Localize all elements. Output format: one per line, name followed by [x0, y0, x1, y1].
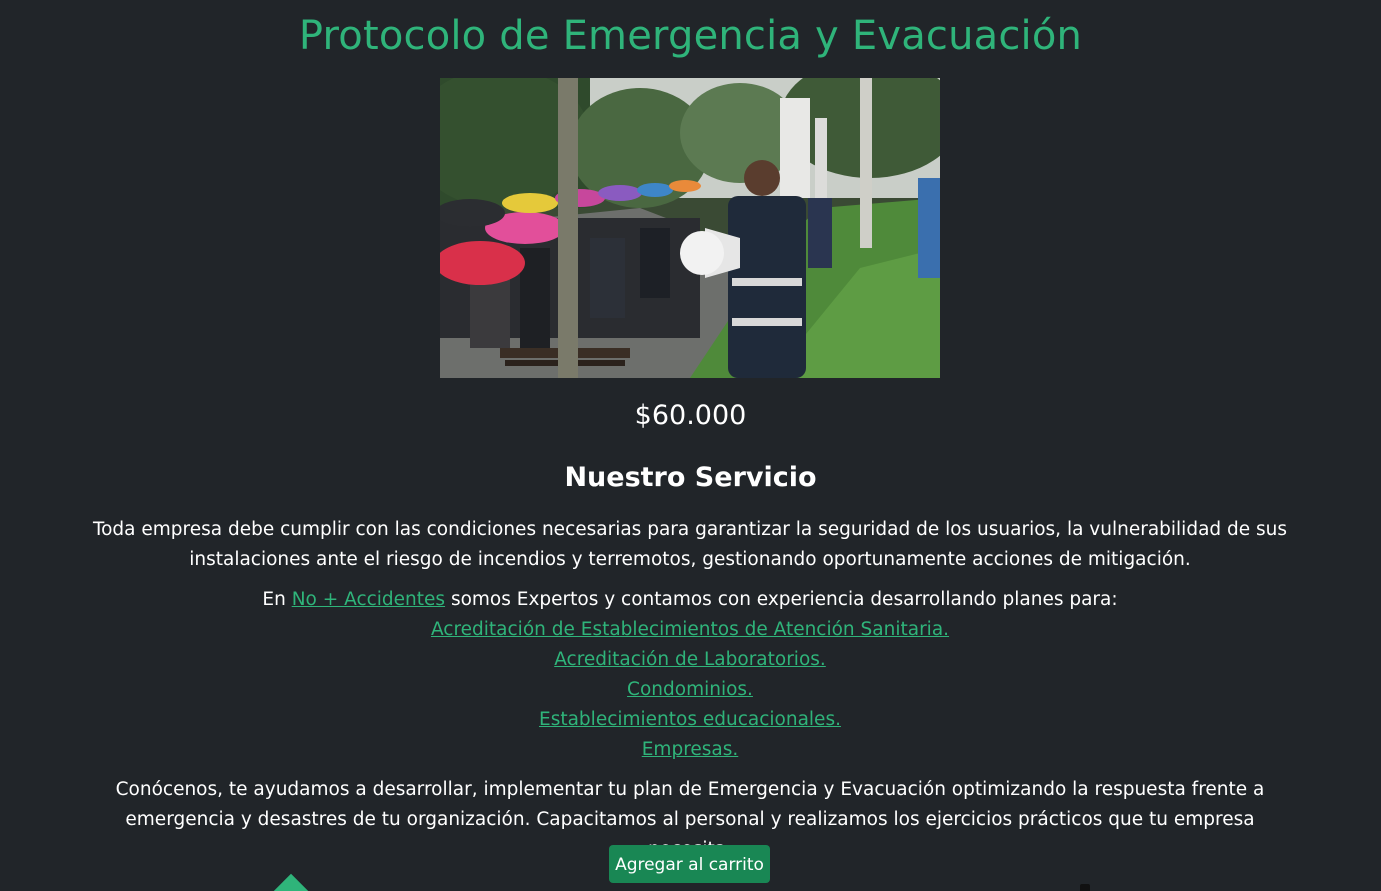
experience-paragraph: En No + Accidentes somos Expertos y cont… — [90, 585, 1290, 765]
product-page: Protocolo de Emergencia y Evacuación $60… — [0, 0, 1381, 891]
plans-list-row-3: Condominios. — [90, 675, 1290, 705]
photo-illustration — [440, 78, 940, 378]
partial-graphic-icon — [1080, 884, 1090, 891]
plan-link-sanitaria[interactable]: Acreditación de Establecimientos de Aten… — [431, 615, 949, 645]
service-heading: Nuestro Servicio — [564, 462, 817, 493]
partial-logo-icon — [269, 873, 313, 891]
brand-link[interactable]: No + Accidentes — [292, 589, 445, 610]
experience-suffix: somos Expertos y contamos con experienci… — [450, 589, 1118, 610]
plan-link-laboratorios[interactable]: Acreditación de Laboratorios. — [554, 645, 826, 675]
plan-link-educacionales[interactable]: Establecimientos educacionales. — [539, 705, 841, 735]
page-title: Protocolo de Emergencia y Evacuación — [298, 13, 1083, 59]
evacuation-drill-photo — [440, 78, 940, 378]
experience-prefix: En — [262, 589, 286, 610]
plans-list-row-2: Acreditación de Laboratorios. — [90, 645, 1290, 675]
plan-link-empresas[interactable]: Empresas. — [642, 735, 739, 765]
add-to-cart-button[interactable]: Agregar al carrito — [609, 845, 770, 883]
plans-list: Acreditación de Establecimientos de Aten… — [90, 615, 1290, 645]
plans-list-row-4: Establecimientos educacionales. — [90, 705, 1290, 735]
product-price: $60.000 — [634, 400, 747, 431]
plan-link-condominios[interactable]: Condominios. — [627, 675, 753, 705]
plans-list-row-5: Empresas. — [90, 735, 1290, 765]
service-intro: Toda empresa debe cumplir con las condic… — [92, 519, 1288, 570]
